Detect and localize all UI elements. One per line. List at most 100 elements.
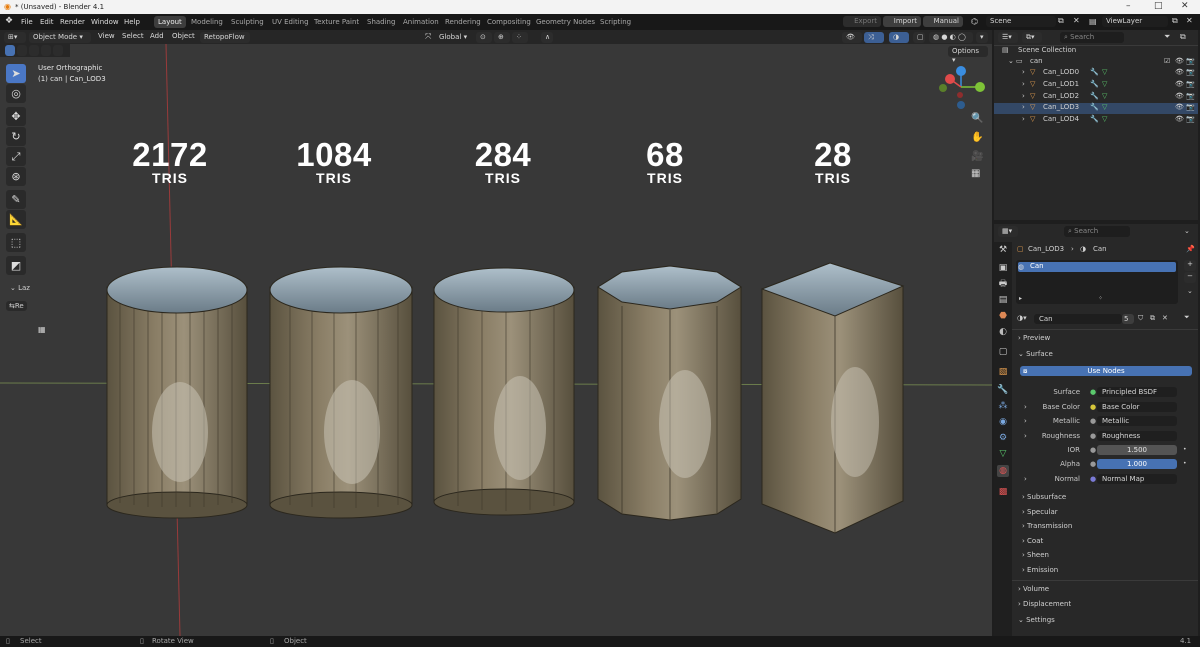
move-tool[interactable]: ✥ <box>6 107 26 126</box>
menu-file[interactable]: File <box>21 18 33 26</box>
overlay-icon[interactable]: ◑ <box>889 32 909 43</box>
displacement-section[interactable]: › Displacement <box>1018 600 1071 608</box>
eye-icon[interactable]: 👁 <box>1175 68 1184 76</box>
camera-view-icon[interactable]: 🎥 <box>971 151 983 162</box>
properties-editor-icon[interactable]: ▦▾ <box>998 226 1018 237</box>
new-view-layer-icon[interactable]: ⧉ <box>1172 16 1178 26</box>
delete-scene-icon[interactable]: ✕ <box>1073 16 1080 25</box>
snap-icon[interactable]: ⊕ <box>494 32 510 43</box>
menu-view[interactable]: View <box>98 32 115 40</box>
scene-collection-row[interactable]: ▤ Scene Collection <box>994 46 1198 57</box>
view-layer-tab-icon[interactable]: ▤ <box>997 294 1009 306</box>
roughness-field[interactable]: Roughness <box>1097 431 1177 441</box>
checkbox-icon[interactable]: ☑ <box>1164 57 1170 65</box>
collection-can-row[interactable]: ⌄ ▭ can ☑ 👁 📷 <box>994 57 1198 68</box>
texture-tab-icon[interactable]: ▩ <box>997 486 1009 498</box>
keyframe-dot-icon[interactable]: • <box>1183 446 1187 453</box>
scene-field[interactable]: Scene <box>986 16 1056 27</box>
coat-section[interactable]: › Coat <box>1022 537 1043 545</box>
unlink-material-icon[interactable]: ✕ <box>1162 314 1168 322</box>
volume-section[interactable]: › Volume <box>1018 585 1049 593</box>
tab-rendering[interactable]: Rendering <box>441 16 485 28</box>
options-button[interactable]: Options ▾ <box>948 46 988 64</box>
shading-dropdown-icon[interactable]: ▾ <box>976 32 988 43</box>
view-layer-field[interactable]: ViewLayer <box>1102 16 1168 27</box>
world-tab-icon[interactable]: ◐ <box>997 326 1009 338</box>
display-mode-icon[interactable]: ⧉▾ <box>1022 32 1042 43</box>
close-icon[interactable]: ✕ <box>1181 1 1189 11</box>
select-box-tool[interactable]: ➤ <box>6 64 26 83</box>
camera-icon[interactable]: 📷 <box>1186 115 1195 123</box>
pan-hand-icon[interactable]: ✋ <box>971 132 983 143</box>
xray-icon[interactable]: ▢ <box>913 32 925 43</box>
visibility-icon[interactable]: 👁 <box>842 32 862 43</box>
tab-texture-paint[interactable]: Texture Paint <box>310 16 363 28</box>
metallic-field[interactable]: Metallic <box>1097 416 1177 426</box>
filter-icon[interactable]: ⏷ <box>1164 32 1170 42</box>
list-resize-handle[interactable]: ⁘ <box>1098 295 1103 302</box>
select-intersect-icon[interactable] <box>53 45 63 56</box>
new-collection-icon[interactable]: ⧉ <box>1180 32 1186 42</box>
proportional-edit-icon[interactable]: ∧ <box>541 32 553 43</box>
tab-geometry-nodes[interactable]: Geometry Nodes <box>532 16 599 28</box>
use-nodes-button[interactable]: ⧇ Use Nodes <box>1020 366 1192 376</box>
menu-help[interactable]: Help <box>124 18 140 26</box>
properties-options-icon[interactable]: ⌄ <box>1184 227 1190 235</box>
alpha-slider[interactable]: 1.000 <box>1097 459 1177 469</box>
blender-menu-icon[interactable]: ❖ <box>5 16 13 26</box>
output-tab-icon[interactable]: 🖶 <box>997 278 1009 290</box>
base-color-field[interactable]: Base Color <box>1097 402 1177 412</box>
camera-icon[interactable]: 📷 <box>1186 80 1195 88</box>
material-browse-icon[interactable]: ◑▾ <box>1017 314 1027 322</box>
tab-sculpting[interactable]: Sculpting <box>227 16 268 28</box>
camera-icon[interactable]: 📷 <box>1186 103 1195 111</box>
camera-icon[interactable]: 📷 <box>1186 57 1195 65</box>
minimize-icon[interactable]: – <box>1126 1 1131 11</box>
menu-render[interactable]: Render <box>60 18 85 26</box>
cursor-tool[interactable]: ◎ <box>6 84 26 103</box>
expand-icon[interactable]: › <box>1022 80 1025 88</box>
mode-selector[interactable]: Object Mode ▾ <box>29 32 91 43</box>
tab-modeling[interactable]: Modeling <box>187 16 227 28</box>
surface-section[interactable]: ⌄ Surface <box>1018 350 1053 358</box>
eye-icon[interactable]: 👁 <box>1175 57 1184 65</box>
specular-section[interactable]: › Specular <box>1022 508 1058 516</box>
properties-search[interactable]: ⌕ Search <box>1064 226 1130 237</box>
menu-select[interactable]: Select <box>122 32 144 40</box>
expand-icon[interactable]: › <box>1022 115 1025 123</box>
eye-icon[interactable]: 👁 <box>1175 103 1184 111</box>
outliner-row-lod4[interactable]: › ▽ Can_LOD4 🔧 ▽ 👁 📷 <box>994 115 1198 126</box>
annotate-tool[interactable]: ✎ <box>6 190 26 209</box>
tab-shading[interactable]: Shading <box>363 16 399 28</box>
retopo-tool[interactable]: ◩ <box>6 256 26 275</box>
rotate-tool[interactable]: ↻ <box>6 127 26 146</box>
transmission-section[interactable]: › Transmission <box>1022 522 1072 530</box>
normal-field[interactable]: Normal Map <box>1097 474 1177 484</box>
collection-tab-icon[interactable]: ▢ <box>997 346 1009 358</box>
scene-tab-icon[interactable]: ⬣ <box>997 310 1009 322</box>
gizmo-icon[interactable]: ⤨ <box>864 32 884 43</box>
orientation-selector[interactable]: Global ▾ <box>435 32 473 43</box>
material-slot-item[interactable]: Can <box>1018 262 1176 272</box>
camera-icon[interactable]: 📷 <box>1186 68 1195 76</box>
export-button[interactable]: Export <box>843 16 881 27</box>
eye-icon[interactable]: 👁 <box>1175 92 1184 100</box>
new-scene-icon[interactable]: ⧉ <box>1058 16 1064 26</box>
shading-modes[interactable]: ◍ ● ◐ ◯ <box>929 32 973 43</box>
camera-icon[interactable]: 📷 <box>1186 92 1195 100</box>
emission-section[interactable]: › Emission <box>1022 566 1058 574</box>
duplicate-material-icon[interactable]: ⧉ <box>1150 314 1155 323</box>
tab-layout[interactable]: Layout <box>154 16 186 28</box>
outliner-editor-icon[interactable]: ☰▾ <box>998 32 1018 43</box>
tab-scripting[interactable]: Scripting <box>596 16 635 28</box>
add-slot-button[interactable]: + <box>1184 260 1196 271</box>
tab-compositing[interactable]: Compositing <box>483 16 535 28</box>
sidebar-toggle-icon[interactable]: ▦ <box>38 325 46 334</box>
subsurface-section[interactable]: › Subsurface <box>1022 493 1066 501</box>
material-slot-list[interactable]: Can ◍ ▸ ⁘ <box>1016 260 1178 304</box>
material-name-field[interactable]: Can <box>1034 314 1122 324</box>
add-cube-tool[interactable]: ⬚ <box>6 233 26 252</box>
menu-window[interactable]: Window <box>91 18 119 26</box>
list-expand-icon[interactable]: ▸ <box>1019 295 1022 302</box>
sheen-section[interactable]: › Sheen <box>1022 551 1049 559</box>
